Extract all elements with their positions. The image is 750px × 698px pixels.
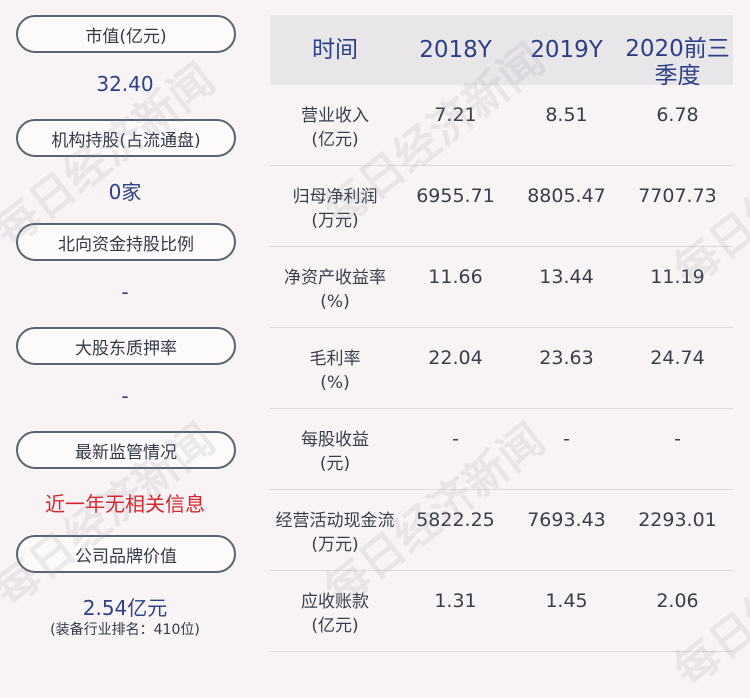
northbound-value: - [121, 280, 129, 304]
cell-value: 24.74 [650, 347, 705, 369]
table-row: 营业收入 (亿元) 7.21 8.51 6.78 [270, 85, 733, 166]
cell-value: - [563, 428, 570, 450]
cell-value: 2293.01 [638, 509, 717, 531]
header-2020: 2020前三季度 [625, 36, 730, 89]
row-label: 毛利率 (%) [309, 349, 361, 393]
header-time: 时间 [312, 36, 358, 63]
header-2018: 2018Y [419, 36, 492, 63]
supervision-label: 最新监管情况 [16, 431, 236, 469]
cell-value: 8805.47 [527, 185, 606, 207]
market-cap-value: 32.40 [96, 72, 154, 96]
row-label: 净资产收益率 (%) [284, 268, 386, 312]
brand-label: 公司品牌价值 [16, 535, 236, 573]
cell-value: 23.63 [539, 347, 594, 369]
pledge-label: 大股东质押率 [16, 327, 236, 365]
institution-value: 0家 [108, 180, 142, 204]
cell-value: 1.31 [434, 590, 477, 612]
table-header: 时间 2018Y 2019Y 2020前三季度 [270, 15, 733, 89]
cell-value: 2.06 [656, 590, 699, 612]
cell-value: 7707.73 [638, 185, 717, 207]
cell-value: 13.44 [539, 266, 594, 288]
cell-value: 1.45 [545, 590, 588, 612]
table-row: 应收账款 (亿元) 1.31 1.45 2.06 [270, 571, 733, 652]
pledge-value: - [121, 384, 129, 408]
northbound-label: 北向资金持股比例 [16, 223, 236, 261]
row-label: 归母净利润 (万元) [292, 187, 378, 231]
cell-value: - [452, 428, 459, 450]
cell-value: 22.04 [428, 347, 483, 369]
brand-note: (装备行业排名：410位) [50, 622, 200, 638]
row-label: 营业收入 (亿元) [301, 106, 369, 150]
table-row: 每股收益 (元) - - - [270, 409, 733, 490]
cell-value: 11.19 [650, 266, 705, 288]
header-2019: 2019Y [530, 36, 603, 63]
supervision-value: 近一年无相关信息 [45, 492, 205, 516]
table-row: 毛利率 (%) 22.04 23.63 24.74 [270, 328, 733, 409]
brand-value: 2.54亿元 [82, 596, 168, 620]
cell-value: 7.21 [434, 104, 477, 126]
cell-value: - [674, 428, 681, 450]
financial-table: 时间 2018Y 2019Y 2020前三季度 营业收入 (亿元) 7.21 8.… [270, 15, 733, 652]
table-row: 归母净利润 (万元) 6955.71 8805.47 7707.73 [270, 166, 733, 247]
cell-value: 7693.43 [527, 509, 606, 531]
left-panel: 市值(亿元) 32.40 机构持股(占流通盘) 0家 北向资金持股比例 - 大股… [0, 0, 250, 667]
cell-value: 6.78 [656, 104, 699, 126]
table-row: 净资产收益率 (%) 11.66 13.44 11.19 [270, 247, 733, 328]
cell-value: 8.51 [545, 104, 588, 126]
table-row: 经营活动现金流 (万元) 5822.25 7693.43 2293.01 [270, 490, 733, 571]
cell-value: 11.66 [428, 266, 483, 288]
market-cap-label: 市值(亿元) [16, 15, 236, 53]
row-label: 应收账款 (亿元) [301, 592, 369, 636]
cell-value: 6955.71 [416, 185, 495, 207]
institution-label: 机构持股(占流通盘) [16, 119, 236, 157]
cell-value: 5822.25 [416, 509, 495, 531]
row-label: 每股收益 (元) [301, 430, 369, 474]
row-label: 经营活动现金流 (万元) [275, 511, 395, 555]
